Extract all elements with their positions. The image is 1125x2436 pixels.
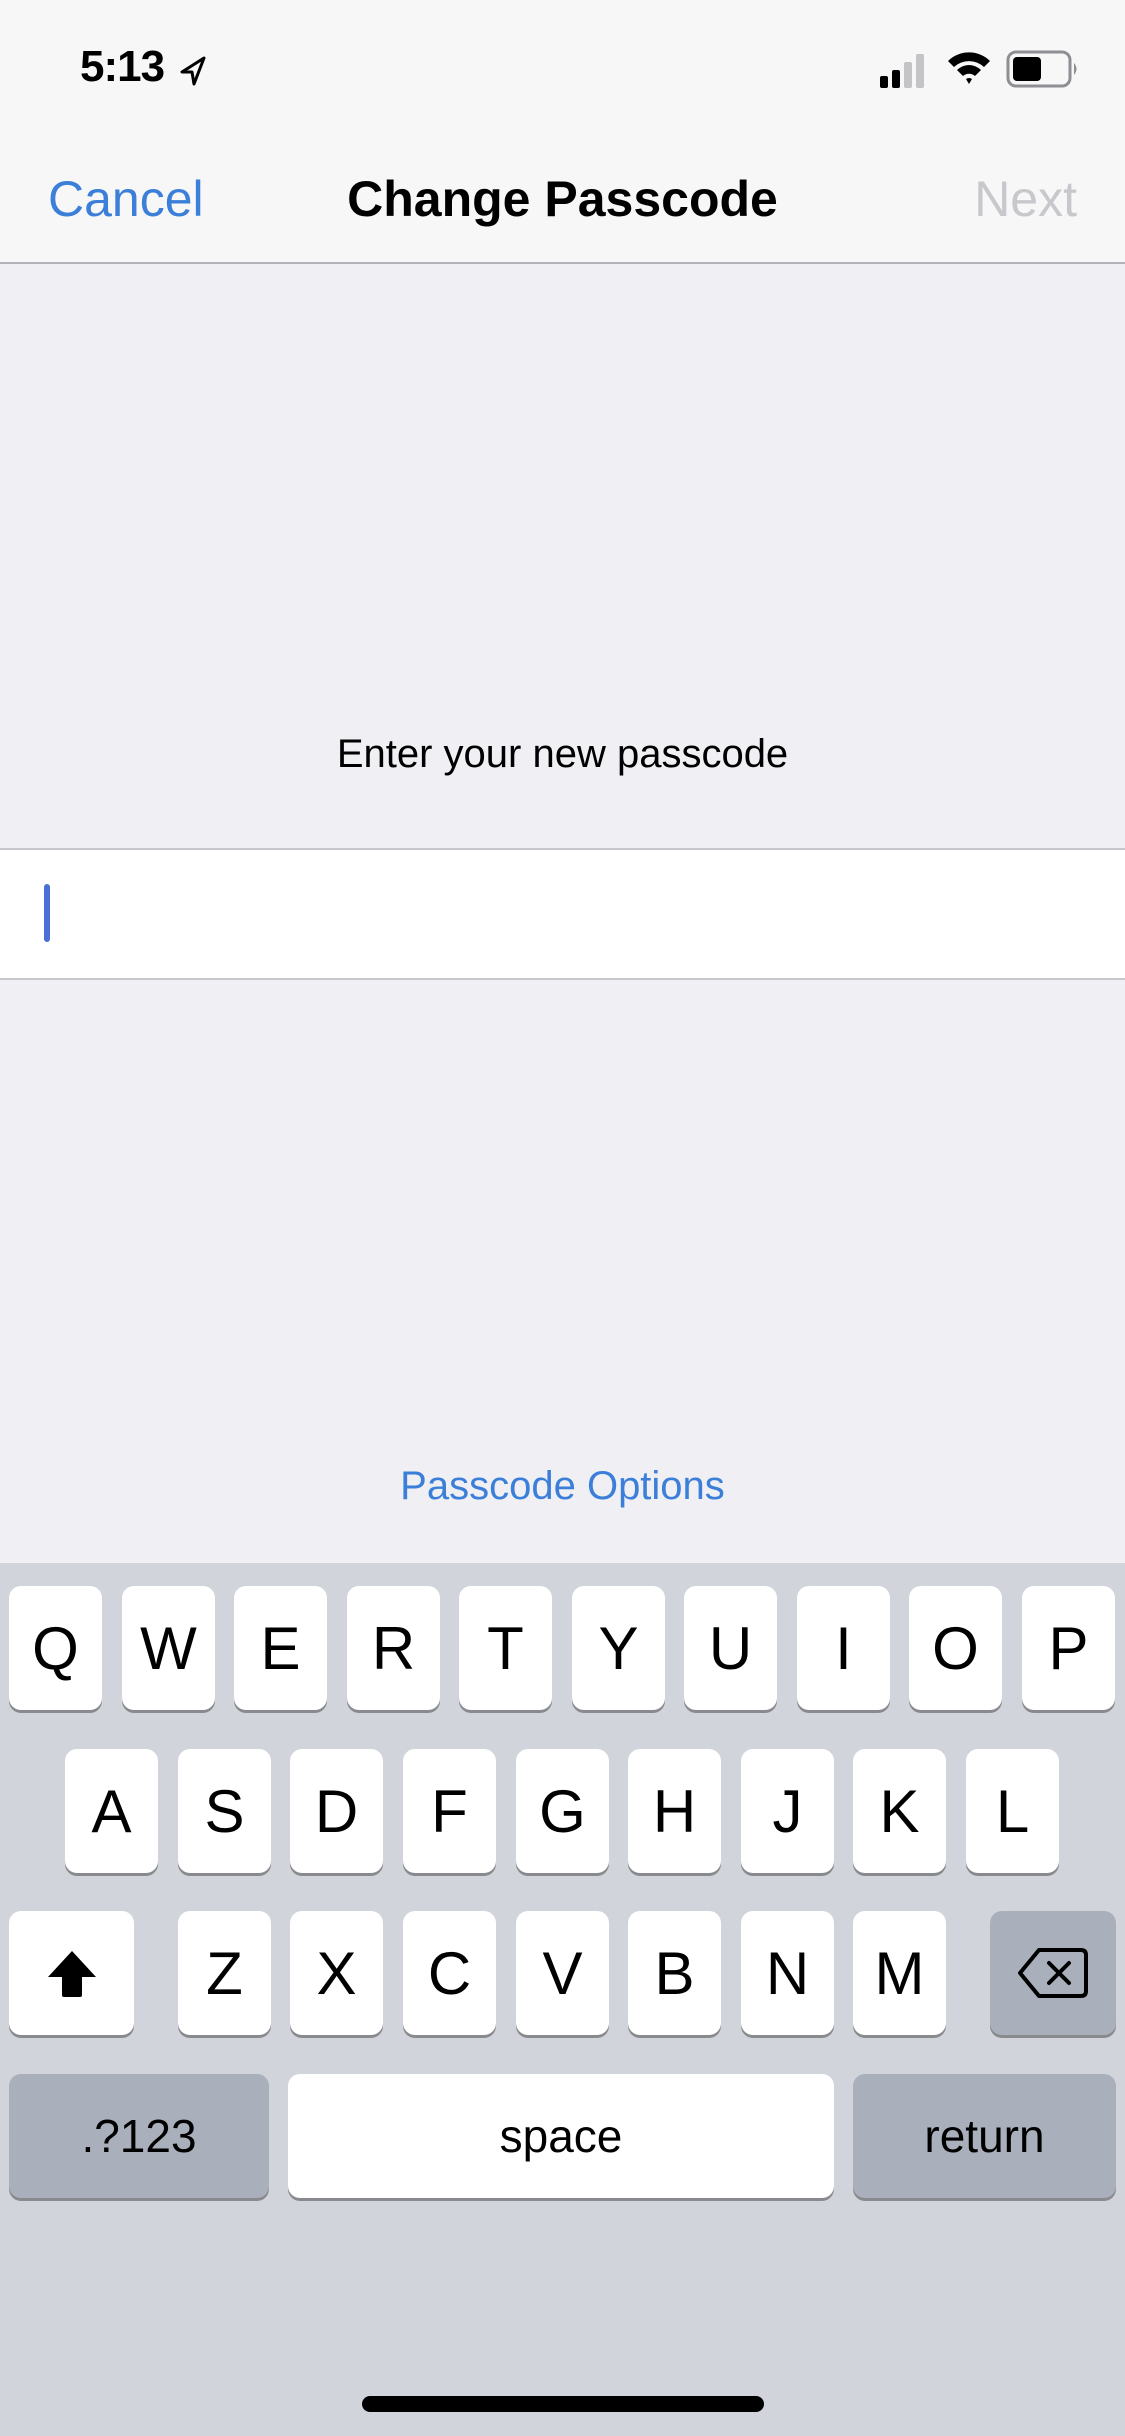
space-key[interactable]: space bbox=[288, 2074, 834, 2198]
cancel-button[interactable]: Cancel bbox=[48, 170, 204, 228]
numbers-key[interactable]: .?123 bbox=[9, 2074, 269, 2198]
delete-key[interactable] bbox=[990, 1911, 1116, 2035]
key-s[interactable]: S bbox=[178, 1749, 271, 1873]
key-y[interactable]: Y bbox=[572, 1586, 665, 1710]
key-g[interactable]: G bbox=[516, 1749, 609, 1873]
shift-key[interactable] bbox=[9, 1911, 134, 2035]
wifi-icon bbox=[948, 52, 990, 84]
navigation-bar: Cancel Change Passcode Next bbox=[0, 132, 1125, 264]
passcode-input[interactable] bbox=[0, 848, 1125, 980]
cellular-signal-icon bbox=[880, 54, 924, 88]
key-t[interactable]: T bbox=[459, 1586, 552, 1710]
status-time: 5:13 bbox=[80, 42, 165, 91]
key-r[interactable]: R bbox=[347, 1586, 440, 1710]
key-a[interactable]: A bbox=[65, 1749, 158, 1873]
key-l[interactable]: L bbox=[966, 1749, 1059, 1873]
key-o[interactable]: O bbox=[909, 1586, 1002, 1710]
key-n[interactable]: N bbox=[741, 1911, 834, 2035]
key-k[interactable]: K bbox=[853, 1749, 946, 1873]
key-b[interactable]: B bbox=[628, 1911, 721, 2035]
shift-arrow-icon bbox=[47, 1951, 96, 1997]
key-d[interactable]: D bbox=[290, 1749, 383, 1873]
next-button[interactable]: Next bbox=[974, 170, 1077, 228]
home-indicator[interactable] bbox=[362, 2396, 764, 2412]
key-f[interactable]: F bbox=[403, 1749, 496, 1873]
battery-icon bbox=[1006, 50, 1077, 88]
return-key[interactable]: return bbox=[853, 2074, 1116, 2198]
backspace-icon bbox=[1018, 1948, 1088, 1998]
key-w[interactable]: W bbox=[122, 1586, 215, 1710]
status-bar: 5:13 bbox=[0, 0, 1125, 132]
key-j[interactable]: J bbox=[741, 1749, 834, 1873]
key-p[interactable]: P bbox=[1022, 1586, 1115, 1710]
passcode-options-link[interactable]: Passcode Options bbox=[0, 1464, 1125, 1509]
key-h[interactable]: H bbox=[628, 1749, 721, 1873]
key-m[interactable]: M bbox=[853, 1911, 946, 2035]
text-caret bbox=[44, 884, 50, 942]
key-u[interactable]: U bbox=[684, 1586, 777, 1710]
keyboard: Q W E R T Y U I O P A S D F G H J K L Z … bbox=[0, 1563, 1125, 2436]
key-e[interactable]: E bbox=[234, 1586, 327, 1710]
key-c[interactable]: C bbox=[403, 1911, 496, 2035]
key-q[interactable]: Q bbox=[9, 1586, 102, 1710]
key-i[interactable]: I bbox=[797, 1586, 890, 1710]
key-v[interactable]: V bbox=[516, 1911, 609, 2035]
key-x[interactable]: X bbox=[290, 1911, 383, 2035]
key-z[interactable]: Z bbox=[178, 1911, 271, 2035]
location-arrow-icon bbox=[180, 56, 206, 86]
passcode-prompt: Enter your new passcode bbox=[336, 732, 789, 776]
